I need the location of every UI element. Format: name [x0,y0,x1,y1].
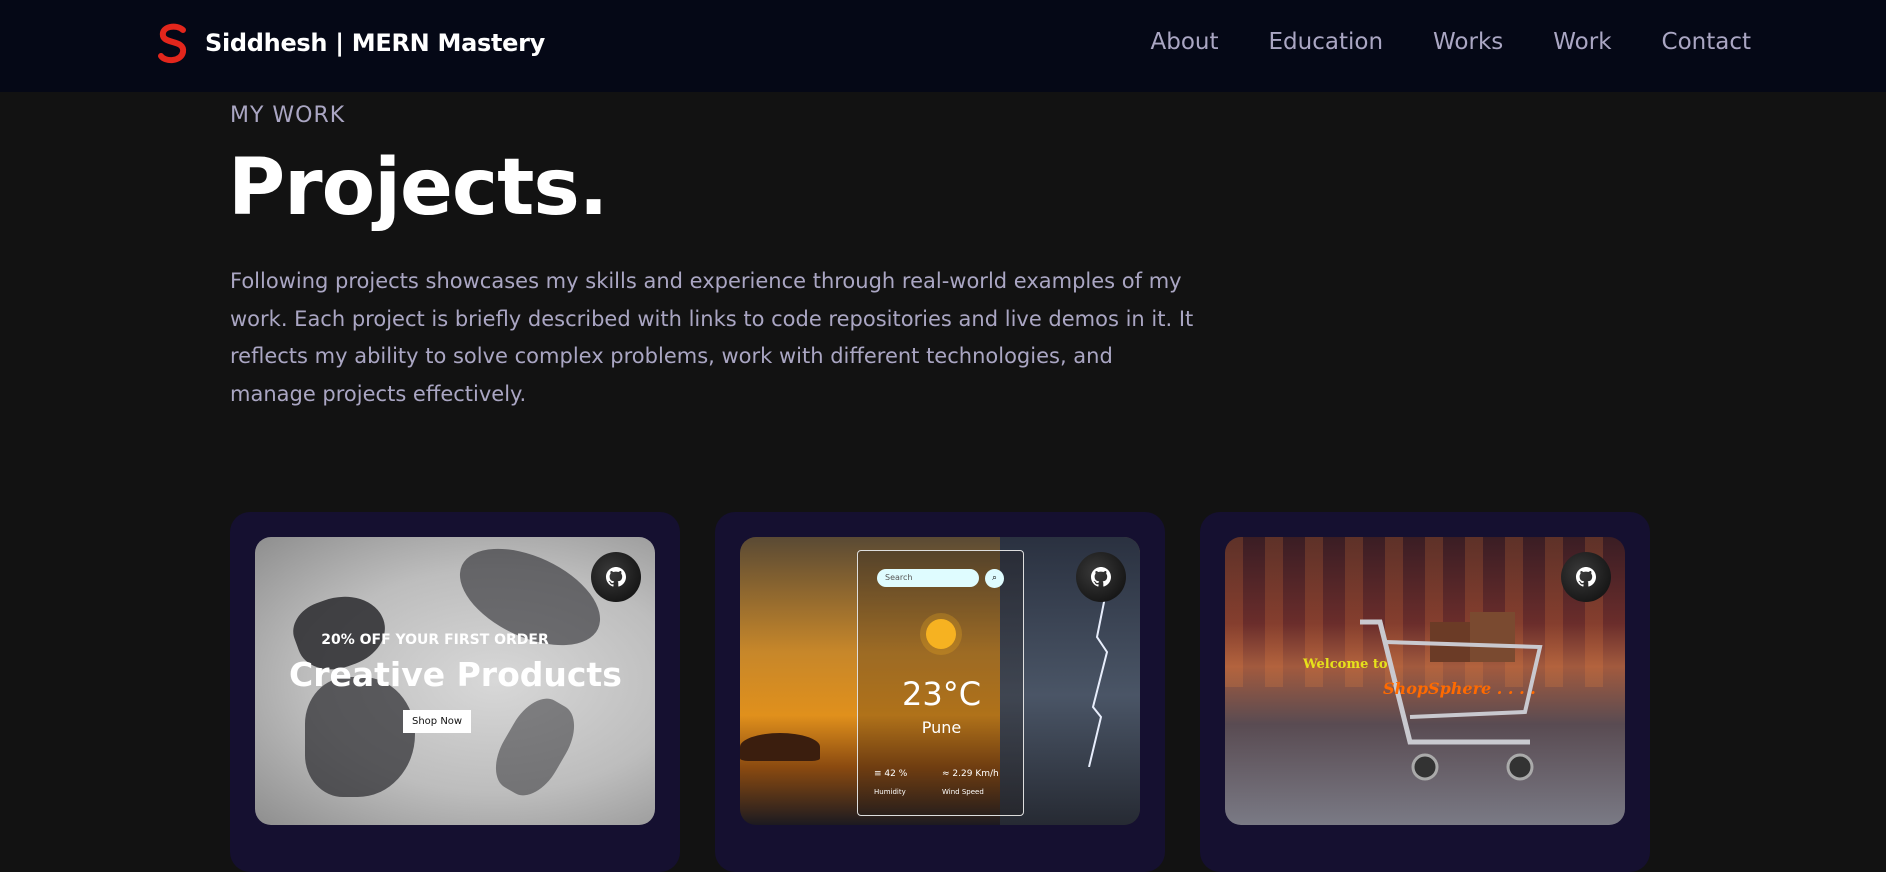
wind-value: 2.29 Km/h [952,769,999,779]
nav-links: About Education Works Work Contact [1151,29,1752,55]
project-thumbnail: Welcome to ShopSphere . . . . [1225,537,1625,825]
welcome-text: Welcome to [1303,657,1388,672]
lightning-icon [1088,597,1109,767]
search-icon[interactable]: ⌕ [985,569,1004,588]
shop-now-button[interactable]: Shop Now [403,710,472,733]
store-name: ShopSphere . . . . [1383,679,1536,698]
nav-link-education[interactable]: Education [1269,29,1384,55]
humidity-label: Humidity [874,788,906,796]
promo-headline: Creative Products [289,655,622,694]
project-card: 20% OFF YOUR FIRST ORDER Creative Produc… [230,512,680,872]
page-title: Projects. [228,143,608,233]
city-name: Pune [921,718,962,737]
weather-widget: Search ⌕ 23°C Pune ≡ 42 % Humidity ≈ 2.2… [857,550,1024,816]
humidity-icon: ≡ [874,769,882,779]
section-description: Following projects showcases my skills a… [230,269,1194,406]
temperature: 23°C [901,675,982,713]
sun-icon [926,619,956,649]
navbar: Siddhesh | MERN Mastery About Education … [0,0,1886,92]
humidity-stat: ≡ 42 % Humidity [874,769,907,796]
project-thumbnail: 20% OFF YOUR FIRST ORDER Creative Produc… [255,537,655,825]
wind-stat: ≈ 2.29 Km/h Wind Speed [942,769,999,796]
logo-icon[interactable] [155,22,191,64]
project-thumbnail: Search ⌕ 23°C Pune ≡ 42 % Humidity ≈ 2.2… [740,537,1140,825]
wind-icon: ≈ [942,769,950,779]
nav-link-work[interactable]: Work [1553,29,1611,55]
promo-kicker: 20% OFF YOUR FIRST ORDER [321,632,549,648]
nav-link-works[interactable]: Works [1433,29,1503,55]
section-eyebrow: MY WORK [230,103,346,128]
github-icon[interactable] [1076,552,1126,602]
project-card: Welcome to ShopSphere . . . . [1200,512,1650,872]
search-input[interactable]: Search [877,569,979,587]
github-icon[interactable] [591,552,641,602]
project-card: Search ⌕ 23°C Pune ≡ 42 % Humidity ≈ 2.2… [715,512,1165,872]
wind-label: Wind Speed [942,788,984,796]
brand-title[interactable]: Siddhesh | MERN Mastery [205,29,545,57]
nav-link-about[interactable]: About [1151,29,1219,55]
nav-link-contact[interactable]: Contact [1662,29,1751,55]
humidity-value: 42 % [884,769,908,779]
github-icon[interactable] [1561,552,1611,602]
